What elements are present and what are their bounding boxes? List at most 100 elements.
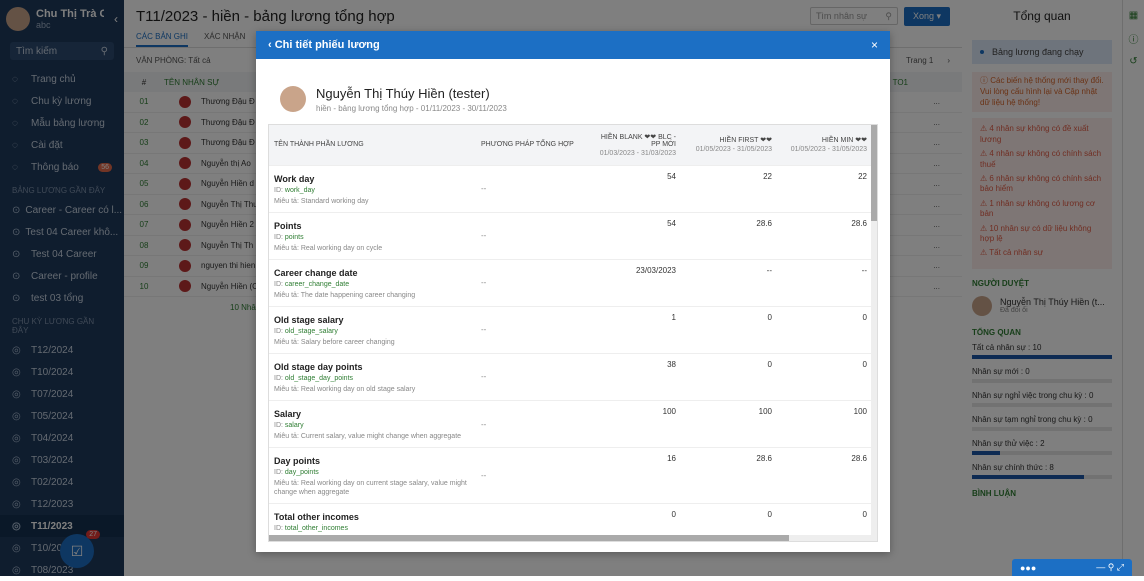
value-cell: -- (778, 258, 873, 307)
component-id-value: total_other_incomes (284, 525, 348, 533)
id-prefix: ID: (274, 374, 283, 382)
component-name: Old stage day points (274, 361, 363, 372)
id-prefix: ID: (274, 233, 283, 241)
value-cell: 22 (682, 164, 778, 213)
component-id-value: salary (284, 421, 304, 429)
component-cell: Points ID: points Miêu tả: Real working da… (269, 211, 476, 260)
avatar (280, 86, 306, 112)
component-cell: Work day ID: work_day Miêu tả: Standard wo… (269, 164, 476, 213)
value-cell: 28.6 (682, 447, 778, 504)
col-hien-min-label: HIỀN MIN ❤❤ (821, 137, 867, 145)
method-cell: -- (476, 305, 586, 354)
component-name: Work day (274, 173, 315, 184)
component-cell: Old stage salary ID: old_stage_salary Miêu… (269, 305, 476, 354)
component-name: Day points (274, 456, 321, 467)
method-cell: -- (476, 211, 586, 260)
component-name: Old stage salary (274, 314, 344, 325)
component-id-value: points (284, 233, 304, 241)
value-cell: 0 (778, 503, 873, 539)
component-id: ID: total_other_incomes (274, 525, 471, 532)
modal-title: Chi tiết phiếu lương (274, 39, 380, 51)
value-cell: 28.6 (682, 211, 778, 260)
payslip-row: Work day ID: work_day Miêu tả: Standard wo… (269, 164, 873, 213)
id-prefix: ID: (274, 421, 283, 429)
component-desc: Miêu tả: Real working day on current sta… (274, 480, 467, 497)
col-hien-first-label: HIỀN FIRST ❤❤ (719, 137, 772, 145)
component-id: ID: old_stage_salary (274, 328, 471, 335)
value-cell: 0 (682, 305, 778, 354)
method-cell: -- (476, 164, 586, 213)
id-prefix: ID: (274, 469, 283, 477)
payslip-row: Salary ID: salary Miêu tả: Current salary,… (269, 399, 873, 448)
chat-controls: — ⚲ ⤢ (1096, 562, 1124, 572)
value-cell: 38 (586, 352, 682, 401)
value-cell: 22 (778, 164, 873, 213)
col-hien-min: HIỀN MIN ❤❤ 01/05/2023 - 31/05/2023 (778, 125, 873, 165)
value-cell: 28.6 (778, 447, 873, 504)
col-hien-first-date: 01/05/2023 - 31/05/2023 (695, 146, 772, 154)
back-icon[interactable]: ‹ (268, 39, 275, 51)
component-desc: Miêu tả: Current salary, value might cha… (274, 432, 462, 440)
col-method: PHƯƠNG PHÁP TỔNG HỢP (476, 125, 586, 165)
component-desc: Miêu tả: The date happening career chang… (274, 291, 416, 299)
value-cell: 0 (778, 352, 873, 401)
value-cell: 0 (586, 503, 682, 539)
component-id: ID: work_day (274, 187, 471, 194)
component-name: Salary (274, 408, 302, 419)
payslip-row: Career change date ID: career_change_date… (269, 258, 873, 307)
component-id: ID: career_change_date (274, 281, 471, 288)
component-cell: Day points ID: day_points Miêu tả: Real wo… (269, 447, 476, 504)
value-cell: 16 (586, 447, 682, 504)
payslip-row: Total other incomes ID: total_other_incom… (269, 503, 873, 539)
value-cell: 0 (778, 305, 873, 354)
value-cell: 54 (586, 164, 682, 213)
component-desc: Miêu tả: Salary before career changing (274, 338, 395, 346)
close-button[interactable]: × (871, 38, 878, 52)
component-id-value: old_stage_salary (284, 327, 338, 335)
col-hien-first: HIỀN FIRST ❤❤ 01/05/2023 - 31/05/2023 (682, 125, 778, 165)
component-cell: Career change date ID: career_change_date… (269, 258, 476, 307)
payslip-modal: ‹ Chi tiết phiếu lương × Nguyễn Thị Thúy … (256, 31, 890, 552)
col-hien-blank-label: HIỀN BLANK ❤❤ BLC - PP MỚI (600, 133, 676, 148)
component-id: ID: old_stage_day_points (274, 375, 471, 382)
vertical-scrollbar[interactable] (871, 125, 877, 541)
value-cell: 100 (682, 399, 778, 448)
component-id: ID: day_points (274, 469, 471, 476)
chat-icon: ●●● (1020, 562, 1037, 573)
value-cell: 100 (778, 399, 873, 448)
value-cell: 0 (682, 503, 778, 539)
component-desc: Miêu tả: Standard working day (274, 197, 369, 205)
col-component: TÊN THÀNH PHẦN LƯƠNG (269, 125, 476, 165)
id-prefix: ID: (274, 280, 283, 288)
id-prefix: ID: (274, 327, 283, 335)
component-cell: Salary ID: salary Miêu tả: Current salary,… (269, 399, 476, 448)
method-cell (476, 503, 586, 539)
id-prefix: ID: (274, 525, 283, 533)
payslip-table: TÊN THÀNH PHẦN LƯƠNG PHƯƠNG PHÁP TỔNG HỢ… (269, 125, 873, 539)
component-desc: Miêu tả: Real working day on old stage s… (274, 385, 416, 393)
employee-name: Nguyễn Thị Thúy Hiền (tester) (316, 85, 490, 101)
component-id: ID: salary (274, 422, 471, 429)
component-cell: Old stage day points ID: old_stage_day_po… (269, 352, 476, 401)
chat-bar[interactable]: ●●● — ⚲ ⤢ (1012, 559, 1132, 576)
payslip-table-wrap[interactable]: TÊN THÀNH PHẦN LƯƠNG PHƯƠNG PHÁP TỔNG HỢ… (268, 124, 878, 542)
method-cell: -- (476, 258, 586, 307)
payslip-row: Old stage salary ID: old_stage_salary Miêu… (269, 305, 873, 354)
payslip-row: Points ID: points Miêu tả: Real working da… (269, 211, 873, 260)
component-desc: Miêu tả: Real working day on cycle (274, 244, 383, 252)
value-cell: 0 (682, 352, 778, 401)
payslip-row: Old stage day points ID: old_stage_day_po… (269, 352, 873, 401)
value-cell: 1 (586, 305, 682, 354)
component-id: ID: points (274, 234, 471, 241)
component-name: Points (274, 220, 302, 231)
component-id-value: day_points (284, 469, 319, 477)
component-cell: Total other incomes ID: total_other_incom… (269, 503, 476, 539)
component-id-value: career_change_date (284, 280, 350, 288)
horizontal-scrollbar[interactable] (269, 535, 873, 541)
col-hien-min-date: 01/05/2023 - 31/05/2023 (790, 146, 867, 154)
col-hien-blank-date: 01/03/2023 - 31/03/2023 (599, 149, 676, 157)
id-prefix: ID: (274, 186, 283, 194)
payslip-row: Day points ID: day_points Miêu tả: Real wo… (269, 447, 873, 504)
value-cell: -- (682, 258, 778, 307)
component-name: Total other incomes (274, 512, 359, 523)
